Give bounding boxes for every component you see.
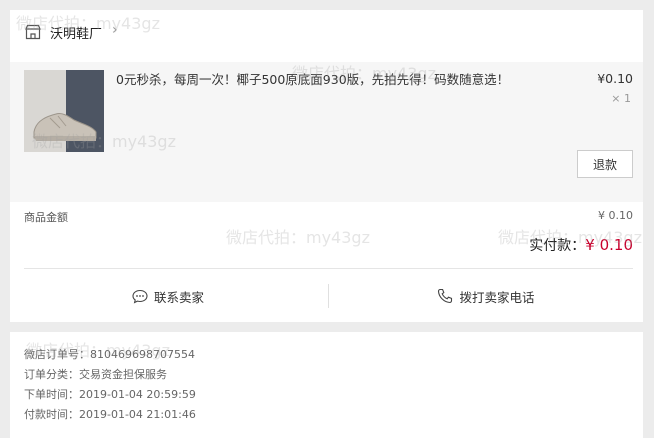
call-seller-label: 拨打卖家电话 [459,289,535,305]
contact-seller-button[interactable]: 联系卖家 [10,272,326,320]
sneaker-image [33,113,97,141]
call-seller-button[interactable]: 拨打卖家电话 [328,272,644,320]
order-type: 订单分类：交易资金担保服务 [24,368,167,381]
product-thumbnail[interactable] [24,70,104,152]
paid-label: 实付款： [529,238,586,254]
paid-value: ¥ 0.10 [585,236,633,254]
refund-button[interactable]: 退款 [577,150,633,178]
order-card: 沃明鞋厂 › 0元秒杀，每周一次！椰子500原底面930版，先拍先得！码数随意选… [10,10,643,322]
chevron-right-icon: › [112,22,118,38]
shop-name[interactable]: 沃明鞋厂 [50,23,102,42]
product-price: ¥0.10 [597,71,633,86]
chat-icon [132,289,148,303]
divider [24,268,633,269]
order-time: 下单时间：2019-01-04 20:59:59 [24,388,196,401]
product-title[interactable]: 0元秒杀，每周一次！椰子500原底面930版，先拍先得！码数随意选！ [116,71,586,89]
goods-amount-label: 商品金额 [24,211,68,224]
shop-header[interactable]: 沃明鞋厂 › [10,10,643,54]
product-item[interactable]: 0元秒杀，每周一次！椰子500原底面930版，先拍先得！码数随意选！ ¥0.10… [10,62,643,202]
phone-icon [438,288,453,304]
contact-seller-label: 联系卖家 [153,289,204,305]
paid-amount: 实付款：¥ 0.10 [529,235,633,255]
pay-time: 付款时间：2019-01-04 21:01:46 [24,408,196,421]
goods-amount-value: ¥ 0.10 [598,209,633,222]
store-icon [25,24,41,40]
order-number: 微店订单号：810469698707554 [24,348,195,361]
order-info-card: 微店订单号：810469698707554 订单分类：交易资金担保服务 下单时间… [10,332,643,438]
product-quantity: × 1 [611,92,631,105]
